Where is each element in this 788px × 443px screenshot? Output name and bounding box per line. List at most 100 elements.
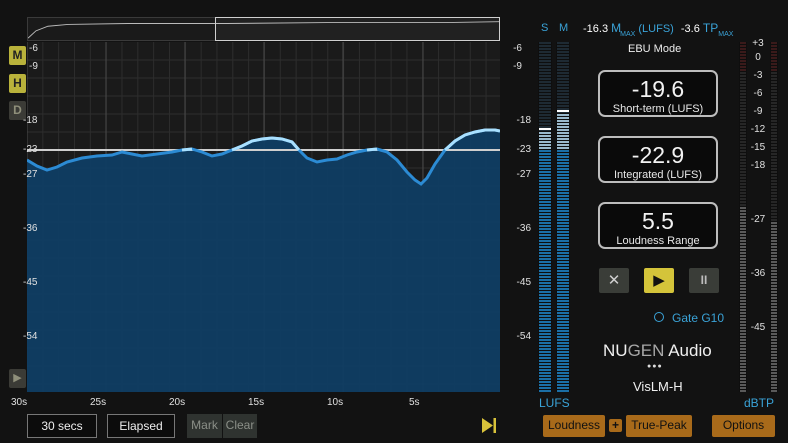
reset-button[interactable]: ✕ [599,268,629,293]
history-mode-button[interactable]: H [9,74,26,93]
tp-segment [771,381,777,383]
integrated-label: Integrated (LUFS) [613,169,703,181]
tp-segment [771,198,777,200]
meter-segment [539,75,551,77]
momentary-mode-button[interactable]: M [9,46,26,65]
pause-button[interactable]: II [689,268,719,293]
meter-segment [557,204,569,206]
meter-segment [539,228,551,230]
tp-segment [771,51,777,53]
tp-segment [771,219,777,221]
meter-segment [557,261,569,263]
meter-segment [557,126,569,128]
tp-segment [740,195,746,197]
tp-segment [771,117,777,119]
meter-segment [557,318,569,320]
tp-segment [771,318,777,320]
meter-segment [557,99,569,101]
clear-button[interactable]: Clear [223,414,257,438]
meter-segment [539,117,551,119]
tp-segment [771,165,777,167]
tp-segment [740,282,746,284]
tp-segment [740,162,746,164]
tp-segment [771,324,777,326]
graph-x-label: 20s [169,397,186,408]
brand-gen: GEN [627,341,665,360]
duration-select[interactable]: 30 secs [27,414,97,438]
loudness-button[interactable]: Loudness [543,415,605,437]
tp-segment [740,306,746,308]
tp-segment [771,210,777,212]
gate-radio-icon[interactable] [654,312,664,322]
tp-segment [740,273,746,275]
meter-segment [539,258,551,260]
meter-segment [539,138,551,140]
meter-segment [557,345,569,347]
meter-segment [539,90,551,92]
tp-segment [771,252,777,254]
tp-segment [771,159,777,161]
meter-segment [539,96,551,98]
tp-segment [740,147,746,149]
play-history-button[interactable]: ▶ [9,369,26,388]
meter-segment [539,153,551,155]
meter-segment [539,114,551,116]
meter-segment [557,240,569,242]
add-plus-button[interactable]: + [609,419,622,432]
meter-segment [557,120,569,122]
meter-segment [539,282,551,284]
meter-segment [557,330,569,332]
meter-segment [557,384,569,386]
mark-button[interactable]: Mark [187,414,222,438]
loudness-history-graph[interactable] [27,42,500,392]
true-peak-scale-label: -45 [750,322,766,333]
tp-segment [771,297,777,299]
tp-segment [771,192,777,194]
tp-segment [771,303,777,305]
short-term-label: Short-term (LUFS) [612,103,704,115]
meter-segment [557,57,569,59]
tp-segment [740,264,746,266]
meter-segment [539,171,551,173]
tp-segment [740,339,746,341]
skip-to-end-icon[interactable] [481,417,497,434]
loudness-curve-above-target [181,147,193,152]
elapsed-select[interactable]: Elapsed [107,414,175,438]
meter-segment [539,186,551,188]
tp-segment [771,336,777,338]
meter-segment [557,174,569,176]
play-button[interactable]: ▶ [644,268,674,293]
overview-window[interactable] [215,17,500,41]
gate-label[interactable]: Gate G10 [672,311,724,325]
meter-segment [557,63,569,65]
tp-segment [771,174,777,176]
meter-segment [539,309,551,311]
meter-segment [557,219,569,221]
tp-segment [740,381,746,383]
tp-segment [771,261,777,263]
meter-segment [557,288,569,290]
meter-y-label: -36 [516,223,531,234]
meter-segment [539,327,551,329]
meter-segment [557,114,569,116]
meter-segment [539,339,551,341]
tp-segment [771,138,777,140]
tp-segment [740,165,746,167]
meter-segment [557,60,569,62]
tp-segment [771,342,777,344]
meter-segment [557,78,569,80]
tp-segment [771,333,777,335]
meter-segment [539,321,551,323]
tp-segment [771,363,777,365]
tp-segment [740,102,746,104]
meter-segment [539,288,551,290]
tp-segment [740,369,746,371]
tp-segment [740,96,746,98]
momentary-meter-label: M [559,22,569,34]
true-peak-scale-label: -15 [750,142,766,153]
tp-segment [740,294,746,296]
options-button[interactable]: Options [712,415,775,437]
meter-y-label: -9 [513,61,522,72]
meter-segment [557,162,569,164]
true-peak-button[interactable]: True-Peak [626,415,692,437]
